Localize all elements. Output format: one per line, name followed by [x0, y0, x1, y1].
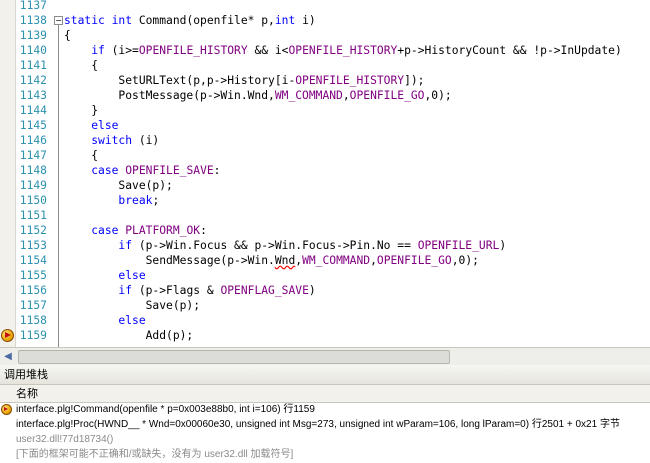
panel-title: 调用堆栈 — [0, 365, 650, 385]
line-number: 1141 — [19, 59, 47, 72]
line-number: 1151 — [19, 209, 47, 222]
code-text[interactable]: { — [64, 148, 98, 163]
code-text[interactable]: { — [64, 58, 98, 73]
column-header-name[interactable]: 名称 — [0, 385, 650, 403]
code-text[interactable]: case PLATFORM_OK: — [64, 223, 207, 238]
line-number: 1139 — [19, 29, 47, 42]
line-number: 1137 — [19, 0, 47, 12]
code-text[interactable]: PostMessage(p->Win.Wnd,WM_COMMAND,OPENFI… — [64, 88, 451, 103]
code-text[interactable]: else — [64, 268, 145, 283]
code-line[interactable]: 1152 case PLATFORM_OK: — [0, 223, 650, 238]
code-line[interactable]: 1146 switch (i) — [0, 133, 650, 148]
frame-text: interface.plg!Proc(HWND__ * Wnd=0x00060e… — [16, 419, 620, 430]
code-line[interactable]: 1147 { — [0, 148, 650, 163]
code-text[interactable]: Save(p); — [64, 298, 200, 313]
code-line[interactable]: 1157 Save(p); — [0, 298, 650, 313]
code-line[interactable]: 1143 PostMessage(p->Win.Wnd,WM_COMMAND,O… — [0, 88, 650, 103]
line-number: 1156 — [19, 284, 47, 297]
code-line[interactable]: 1153 if (p->Win.Focus && p->Win.Focus->P… — [0, 238, 650, 253]
code-text[interactable]: { — [64, 28, 71, 43]
frame-text: [下面的框架可能不正确和/或缺失，没有为 user32.dll 加载符号] — [16, 449, 294, 460]
code-line[interactable]: 1139 { — [0, 28, 650, 43]
call-stack-frame[interactable]: user32.dll!77d18734() — [0, 432, 650, 447]
code-text[interactable]: Save(p); — [64, 178, 172, 193]
line-number: 1155 — [19, 269, 47, 282]
code-line[interactable]: 1137 — [0, 0, 650, 13]
code-line[interactable]: 1140 if (i>=OPENFILE_HISTORY && i<OPENFI… — [0, 43, 650, 58]
code-line[interactable]: 1151 — [0, 208, 650, 223]
line-number: 1159 — [19, 329, 47, 342]
code-text[interactable]: Add(p); — [64, 328, 194, 343]
frame-text: interface.plg!Command(openfile * p=0x003… — [16, 404, 315, 415]
scroll-thumb[interactable] — [18, 350, 450, 364]
scroll-left-icon[interactable]: ◀ — [0, 348, 16, 365]
line-number: 1142 — [19, 74, 47, 87]
current-frame-icon — [1, 404, 12, 415]
code-line[interactable]: 1142 SetURLText(p,p->History[i-OPENFILE_… — [0, 73, 650, 88]
line-number: 1140 — [19, 44, 47, 57]
line-number: 1148 — [19, 164, 47, 177]
code-text[interactable]: break; — [64, 193, 159, 208]
code-line[interactable]: 1155 else — [0, 268, 650, 283]
line-number: 1152 — [19, 224, 47, 237]
call-stack-frame[interactable]: interface.plg!Proc(HWND__ * Wnd=0x00060e… — [0, 417, 650, 432]
code-line[interactable]: 1148 case OPENFILE_SAVE: — [0, 163, 650, 178]
line-number: 1147 — [19, 149, 47, 162]
line-number: 1157 — [19, 299, 47, 312]
code-text[interactable]: switch (i) — [64, 133, 159, 148]
code-line[interactable]: 1158 else — [0, 313, 650, 328]
column-label: 名称 — [16, 388, 38, 400]
line-number: 1146 — [19, 134, 47, 147]
code-text[interactable]: SetURLText(p,p->History[i-OPENFILE_HISTO… — [64, 73, 424, 88]
line-number: 1144 — [19, 104, 47, 117]
code-text[interactable]: } — [64, 103, 98, 118]
line-number: 1138 — [19, 14, 47, 27]
code-text[interactable]: if (i>=OPENFILE_HISTORY && i<OPENFILE_HI… — [64, 43, 622, 58]
code-text[interactable]: SendMessage(p->Win.Wnd,WM_COMMAND,OPENFI… — [64, 253, 479, 268]
code-text[interactable]: else — [64, 118, 118, 133]
code-line[interactable]: 1156 if (p->Flags & OPENFLAG_SAVE) — [0, 283, 650, 298]
code-line[interactable]: 1138 static int Command(openfile* p,int i… — [0, 13, 650, 28]
code-line[interactable]: 1154 SendMessage(p->Win.Wnd,WM_COMMAND,O… — [0, 253, 650, 268]
horizontal-scrollbar[interactable]: ◀ — [0, 347, 650, 365]
line-number: 1153 — [19, 239, 47, 252]
call-stack-panel: 调用堆栈 名称 interface.plg!Command(openfile *… — [0, 365, 650, 463]
code-text[interactable]: if (p->Flags & OPENFLAG_SAVE) — [64, 283, 315, 298]
line-number: 1158 — [19, 314, 47, 327]
fold-guide — [58, 25, 59, 347]
code-text[interactable]: static int Command(openfile* p,int i) — [64, 13, 316, 28]
line-number: 1143 — [19, 89, 47, 102]
code-line[interactable]: 1159 Add(p); — [0, 328, 650, 343]
code-text[interactable]: else — [64, 313, 145, 328]
line-number: 1149 — [19, 179, 47, 192]
collapse-icon[interactable]: − — [54, 16, 63, 25]
call-stack-frame[interactable]: [下面的框架可能不正确和/或缺失，没有为 user32.dll 加载符号] — [0, 447, 650, 462]
line-number: 1150 — [19, 194, 47, 207]
code-line[interactable]: 1149 Save(p); — [0, 178, 650, 193]
code-text[interactable]: case OPENFILE_SAVE: — [64, 163, 220, 178]
code-line[interactable]: 1150 break; — [0, 193, 650, 208]
code-line[interactable]: 1141 { — [0, 58, 650, 73]
code-editor[interactable]: 1137 1138 static int Command(openfile* p,i… — [0, 0, 650, 347]
code-line[interactable]: 1145 else — [0, 118, 650, 133]
frame-text: user32.dll!77d18734() — [16, 434, 114, 445]
code-text[interactable]: if (p->Win.Focus && p->Win.Focus->Pin.No… — [64, 238, 506, 253]
line-number: 1154 — [19, 254, 47, 267]
code-line[interactable]: 1144 } — [0, 103, 650, 118]
call-stack-frame[interactable]: interface.plg!Command(openfile * p=0x003… — [0, 402, 650, 417]
line-number: 1145 — [19, 119, 47, 132]
